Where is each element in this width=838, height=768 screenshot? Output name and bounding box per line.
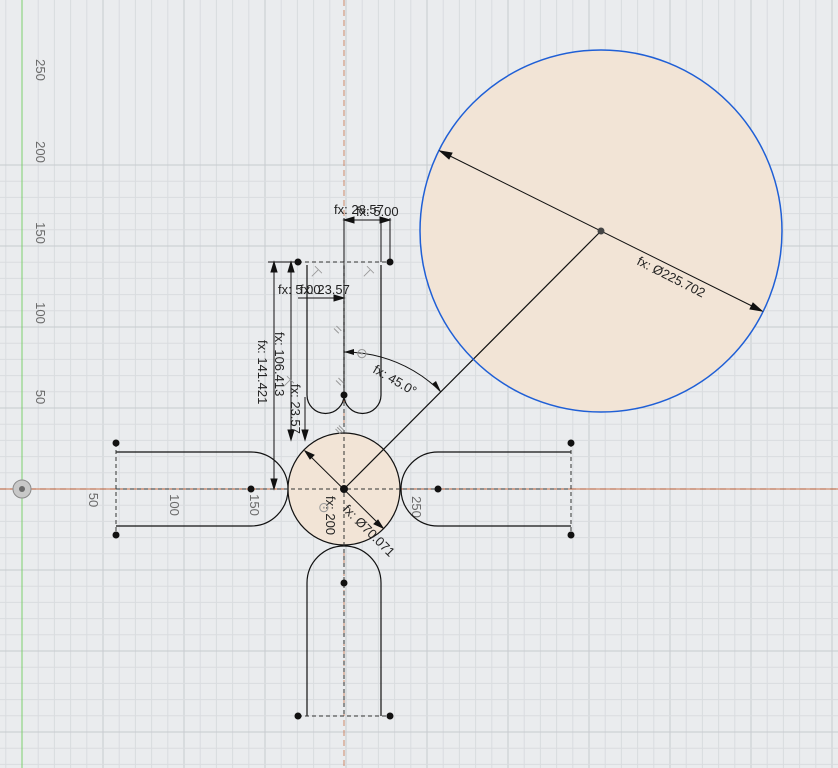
ruler-label-v-100: 100	[33, 302, 48, 324]
perpendicular-constraint-icon: ⊙	[318, 499, 330, 515]
sketch-canvas[interactable]: 250 200 150 100 50 50 100 150 200 250	[0, 0, 838, 768]
top-offset-label[interactable]: fx: 5.00	[356, 204, 399, 219]
ruler-label-h-50: 50	[86, 493, 101, 507]
ruler-label-v-50: 50	[33, 390, 48, 404]
slot-gap-label[interactable]: fx: 23.57	[288, 384, 303, 434]
tangent-constraint-icon: ⊤	[357, 263, 377, 283]
perpendicular-constraint-icon: ⊙	[356, 345, 368, 361]
ruler-label-v-150: 150	[33, 222, 48, 244]
ruler-label-v-200: 200	[33, 141, 48, 163]
ruler-label-h-100: 100	[167, 494, 182, 516]
inner-width-b-label[interactable]: fx: 23.57	[300, 282, 350, 297]
ruler-label-v-250: 250	[33, 59, 48, 81]
tangent-constraint-icon: ⊤	[305, 263, 325, 283]
big-circle-center-point	[597, 227, 605, 235]
left-slot-center-point	[247, 485, 255, 493]
bottom-slot-center-point	[340, 579, 348, 587]
origin-icon[interactable]	[12, 479, 32, 499]
right-slot-center-point	[434, 485, 442, 493]
top-slot-center-point	[340, 391, 348, 399]
center-point	[340, 485, 348, 493]
ruler-label-h-150: 150	[247, 494, 262, 516]
height-b-label[interactable]: fx: 141.421	[255, 340, 270, 404]
